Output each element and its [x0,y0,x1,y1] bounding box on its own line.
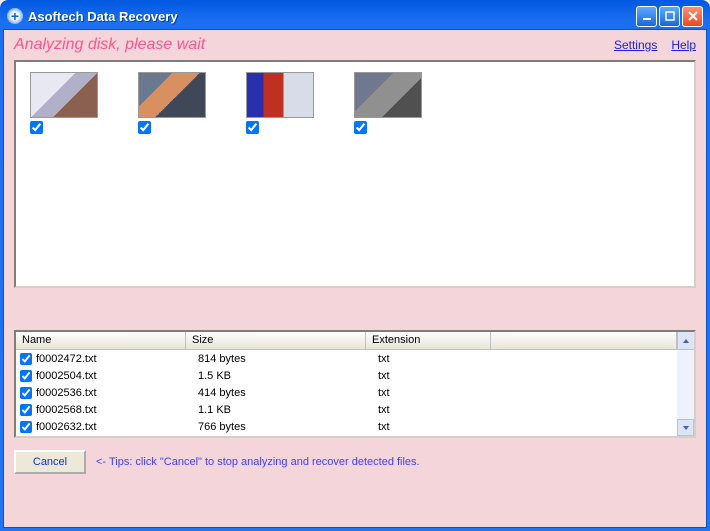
file-name: f0002568.txt [35,404,198,416]
thumbnail-checkbox[interactable] [354,121,367,134]
scroll-down-button[interactable] [677,419,694,436]
window-title: Asoftech Data Recovery [28,9,636,24]
file-name: f0002632.txt [35,421,198,433]
close-button[interactable] [682,6,703,27]
file-size: 766 bytes [198,421,378,433]
file-name: f0002536.txt [35,387,198,399]
row-checkbox[interactable] [20,370,32,382]
table-row[interactable]: f0002504.txt1.5 KBtxt [16,367,694,384]
column-size[interactable]: Size [186,332,366,349]
thumbnail-image[interactable] [30,72,98,118]
help-link[interactable]: Help [671,38,696,52]
window-buttons [636,6,703,27]
thumbnail-item[interactable] [138,72,206,134]
table-row[interactable]: f0002568.txt1.1 KBtxt [16,401,694,418]
row-checkbox[interactable] [20,404,32,416]
thumbnail-checkbox[interactable] [30,121,43,134]
row-checkbox[interactable] [20,353,32,365]
thumbnail-image[interactable] [354,72,422,118]
status-text: Analyzing disk, please wait [14,36,205,54]
table-row[interactable]: f0002472.txt814 bytestxt [16,350,694,367]
maximize-button[interactable] [659,6,680,27]
minimize-button[interactable] [636,6,657,27]
file-name: f0002472.txt [35,353,198,365]
thumbnail-checkbox[interactable] [138,121,151,134]
thumbnail-checkbox[interactable] [246,121,259,134]
file-extension: txt [378,353,508,365]
row-checkbox[interactable] [20,421,32,433]
file-name: f0002504.txt [35,370,198,382]
file-size: 1.1 KB [198,404,378,416]
thumbnail-item[interactable] [246,72,314,134]
table-row[interactable]: f0002632.txt766 bytestxt [16,418,694,435]
bottom-row: Cancel <- Tips: click "Cancel" to stop a… [14,444,696,474]
app-icon: + [7,8,23,24]
file-list-panel: Name Size Extension f0002472.txt814 byte… [14,330,696,438]
thumbnail-image[interactable] [138,72,206,118]
app-window: + Asoftech Data Recovery Analyzing disk,… [0,0,710,531]
file-extension: txt [378,421,508,433]
thumbnail-item[interactable] [30,72,98,134]
thumbnail-item[interactable] [354,72,422,134]
titlebar: + Asoftech Data Recovery [3,3,707,29]
column-extension[interactable]: Extension [366,332,491,349]
scrollbar[interactable] [677,350,694,436]
file-list-body: f0002472.txt814 bytestxtf0002504.txt1.5 … [16,350,694,436]
settings-link[interactable]: Settings [614,38,657,52]
cancel-button[interactable]: Cancel [14,450,86,474]
client-area: Analyzing disk, please wait Settings Hel… [3,29,707,528]
file-size: 414 bytes [198,387,378,399]
row-checkbox[interactable] [20,387,32,399]
file-size: 814 bytes [198,353,378,365]
column-name[interactable]: Name [16,332,186,349]
tips-text: <- Tips: click "Cancel" to stop analyzin… [96,456,420,468]
thumbnail-image[interactable] [246,72,314,118]
table-row[interactable]: f0002536.txt414 bytestxt [16,384,694,401]
thumbnail-panel [14,60,696,288]
file-extension: txt [378,387,508,399]
file-list-header: Name Size Extension [16,332,694,350]
file-extension: txt [378,370,508,382]
scroll-up-button[interactable] [677,332,694,349]
file-extension: txt [378,404,508,416]
file-size: 1.5 KB [198,370,378,382]
column-blank [491,332,677,349]
